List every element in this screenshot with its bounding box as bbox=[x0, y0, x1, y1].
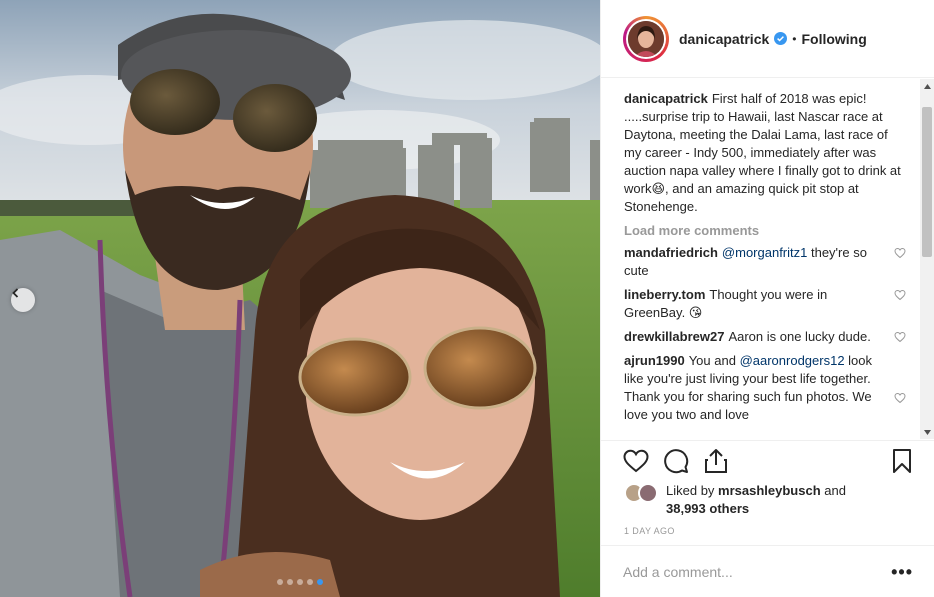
comment-item: ajrun1990 You and @aaronrodgers12 look li… bbox=[624, 352, 906, 424]
share-icon[interactable] bbox=[703, 448, 729, 474]
post-actions-bar bbox=[601, 440, 934, 480]
comment-text: Aaron is one lucky dude. bbox=[728, 329, 871, 344]
comments-scrollbar[interactable] bbox=[920, 79, 934, 439]
comment-like-icon[interactable] bbox=[894, 331, 906, 343]
likes-others-link[interactable]: 38,993 others bbox=[666, 501, 749, 516]
caption-text: First half of 2018 was epic! .....surpri… bbox=[624, 91, 901, 214]
comment-like-icon[interactable] bbox=[894, 247, 906, 259]
post-sidebar: danicapatrick • Following danicapatrick F… bbox=[600, 0, 934, 597]
comment-username[interactable]: drewkillabrew27 bbox=[624, 329, 724, 344]
add-comment-bar: ••• bbox=[601, 545, 934, 597]
comment-username[interactable]: lineberry.tom bbox=[624, 287, 705, 302]
chevron-left-icon bbox=[12, 288, 19, 298]
comment-mention[interactable]: @morganfritz1 bbox=[722, 245, 807, 260]
carousel-dot bbox=[297, 579, 303, 585]
scrollbar-thumb[interactable] bbox=[922, 107, 932, 257]
like-heart-icon[interactable] bbox=[623, 448, 649, 474]
add-comment-input[interactable] bbox=[623, 563, 884, 580]
comment-item: lineberry.tom Thought you were in GreenBa… bbox=[624, 286, 906, 322]
scroll-down-arrow-icon[interactable] bbox=[920, 425, 934, 439]
comments-section: danicapatrick First half of 2018 was epic… bbox=[601, 79, 934, 439]
liker-avatars bbox=[624, 483, 660, 503]
likes-count: Liked by mrsashleybusch and 38,993 other… bbox=[666, 482, 876, 518]
comment-username[interactable]: ajrun1990 bbox=[624, 353, 685, 368]
comment-bubble-icon[interactable] bbox=[663, 448, 689, 474]
avatar-portrait bbox=[628, 20, 664, 57]
avatar-image bbox=[628, 20, 664, 57]
carousel-dot bbox=[277, 579, 283, 585]
comment-text-before: You and bbox=[688, 353, 740, 368]
caption-username[interactable]: danicapatrick bbox=[624, 91, 708, 106]
post-timestamp[interactable]: 1 DAY AGO bbox=[624, 526, 675, 536]
post-header: danicapatrick • Following bbox=[601, 0, 934, 78]
comment-item: mandafriedrich @morganfritz1 they're so c… bbox=[624, 244, 906, 280]
comment-mention[interactable]: @aaronrodgers12 bbox=[740, 353, 845, 368]
following-button[interactable]: Following bbox=[801, 31, 866, 47]
carousel-dot bbox=[307, 579, 313, 585]
instagram-post: danicapatrick • Following danicapatrick F… bbox=[0, 0, 934, 597]
comment-like-icon[interactable] bbox=[894, 392, 906, 404]
likes-prefix: Liked by bbox=[666, 483, 719, 498]
header-separator: • bbox=[792, 31, 797, 46]
selfie-stonehenge-image bbox=[0, 0, 600, 597]
comment-like-icon[interactable] bbox=[894, 289, 906, 301]
comment-item: drewkillabrew27 Aaron is one lucky dude. bbox=[624, 328, 906, 346]
likes-middle: and bbox=[820, 483, 846, 498]
comment-username[interactable]: mandafriedrich bbox=[624, 245, 718, 260]
load-more-comments-button[interactable]: Load more comments bbox=[624, 223, 904, 238]
likes-section: Liked by mrsashleybusch and 38,993 other… bbox=[624, 482, 876, 518]
previous-photo-button[interactable] bbox=[11, 288, 35, 312]
carousel-dot bbox=[287, 579, 293, 585]
verified-badge-icon bbox=[774, 32, 788, 45]
carousel-dot-active bbox=[317, 579, 323, 585]
post-photo[interactable] bbox=[0, 0, 600, 597]
liker-username[interactable]: mrsashleybusch bbox=[718, 483, 821, 498]
post-caption: danicapatrick First half of 2018 was epic… bbox=[624, 90, 904, 216]
avatar-border bbox=[626, 18, 666, 59]
more-options-button[interactable]: ••• bbox=[891, 563, 913, 581]
liker-avatar[interactable] bbox=[638, 483, 658, 503]
scroll-up-arrow-icon[interactable] bbox=[920, 79, 934, 93]
comments-list: danicapatrick First half of 2018 was epic… bbox=[624, 90, 906, 430]
post-username[interactable]: danicapatrick bbox=[679, 31, 769, 47]
carousel-indicator bbox=[0, 579, 600, 585]
bookmark-icon[interactable] bbox=[889, 448, 915, 474]
profile-avatar[interactable] bbox=[623, 15, 669, 62]
